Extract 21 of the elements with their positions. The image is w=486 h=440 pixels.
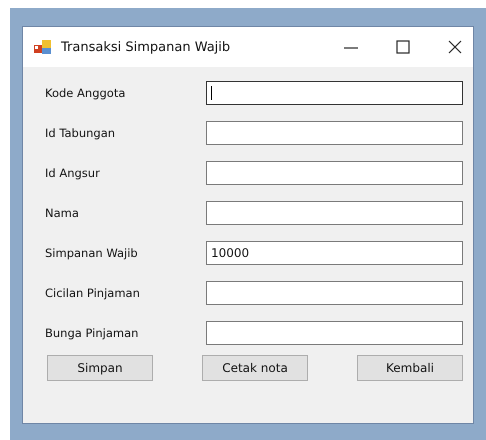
field-label: Bunga Pinjaman	[45, 326, 140, 340]
field-label: Id Angsur	[45, 166, 101, 180]
action-button[interactable]: Simpan	[47, 355, 153, 381]
input-field[interactable]	[206, 161, 463, 185]
close-icon[interactable]	[447, 39, 463, 55]
input-field[interactable]	[206, 321, 463, 345]
action-button[interactable]: Cetak nota	[202, 355, 308, 381]
input-field[interactable]: 10000	[206, 241, 463, 265]
field-label: Nama	[45, 206, 80, 220]
field-label: Kode Anggota	[45, 86, 126, 100]
input-field[interactable]	[206, 281, 463, 305]
input-field[interactable]	[206, 201, 463, 225]
app-icon	[34, 39, 52, 55]
maximize-icon[interactable]	[395, 39, 411, 55]
field-label: Id Tabungan	[45, 126, 116, 140]
field-label: Simpanan Wajib	[45, 246, 139, 260]
input-field[interactable]	[206, 121, 463, 145]
window-title: Transaksi Simpanan Wajib	[61, 40, 232, 54]
input-field[interactable]	[206, 81, 463, 105]
field-label: Cicilan Pinjaman	[45, 286, 141, 300]
action-button[interactable]: Kembali	[357, 355, 463, 381]
